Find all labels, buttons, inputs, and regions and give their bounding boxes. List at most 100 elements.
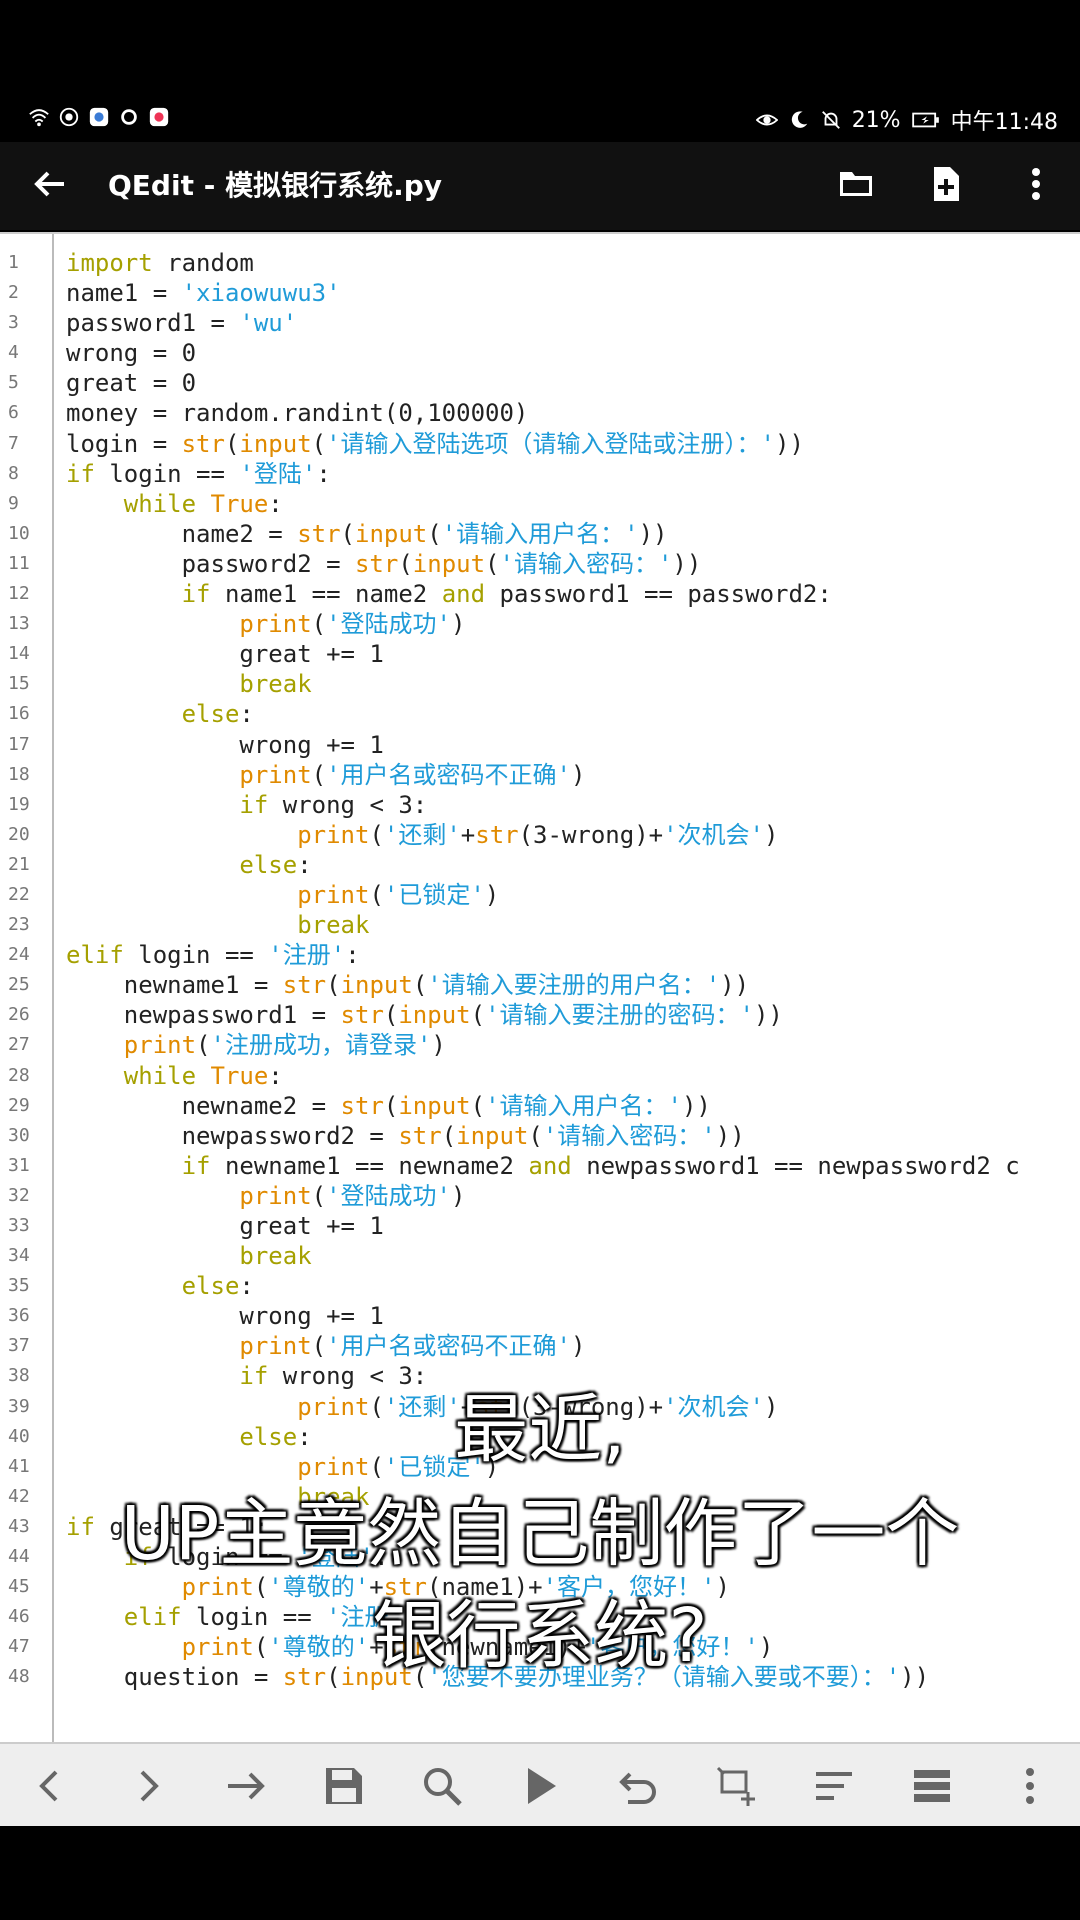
code-line[interactable]: 29 newname2 = str(input('请输入用户名：')) [0,1091,1080,1121]
code-token: )) [672,549,702,578]
code-token: ( [383,1001,399,1030]
wifi-icon [29,109,49,127]
search-icon[interactable] [420,1764,464,1808]
line-number: 23 [8,914,30,936]
code-line[interactable]: 21 else: [0,850,1080,880]
undo-icon[interactable] [616,1764,660,1808]
bell-muted-icon [821,111,840,129]
line-number: 7 [8,432,19,454]
code-line[interactable]: 35 else: [0,1271,1080,1301]
code-line[interactable]: 17 wrong += 1 [0,730,1080,760]
line-number: 20 [8,823,30,845]
code-line[interactable]: 3 password1 = 'wu' [0,308,1080,338]
code-line[interactable]: 16 else: [0,699,1080,729]
code-token: '用户名或密码不正确' [326,760,571,789]
code-token: print [239,760,312,789]
list-view-icon[interactable] [910,1764,954,1808]
more-options-icon[interactable] [1016,164,1056,204]
code-text: import random [66,248,254,278]
code-token: ( [485,549,500,578]
code-text: newname1 = str(input('请输入要注册的用户名：')) [66,970,749,1000]
code-line[interactable]: 12 if name1 == name2 and password1 == pa… [0,579,1080,609]
code-line[interactable]: 20 print('还剩'+str(3-wrong)+'次机会') [0,820,1080,850]
chevron-right-icon[interactable] [126,1764,170,1808]
code-token: newpassword1 = [66,1001,341,1030]
code-line[interactable]: 26 newpassword1 = str(input('请输入要注册的密码：'… [0,1000,1080,1030]
code-line[interactable]: 36 wrong += 1 [0,1301,1080,1331]
folder-icon[interactable] [836,164,876,204]
code-token: name1 = [66,279,182,308]
new-file-icon[interactable] [926,164,966,204]
code-token: 'xiaowuwu3' [181,279,341,308]
code-line[interactable]: 22 print('已锁定') [0,880,1080,910]
code-line[interactable]: 13 print('登陆成功') [0,609,1080,639]
code-token: : [239,700,254,729]
code-line[interactable]: 24 elif login == '注册': [0,940,1080,970]
code-text: else: [66,699,254,729]
code-token: ) [571,760,586,789]
code-token: ( [427,519,442,548]
code-line[interactable]: 25 newname1 = str(input('请输入要注册的用户名：')) [0,970,1080,1000]
code-line[interactable]: 19 if wrong < 3: [0,790,1080,820]
code-line[interactable]: 7 login = str(input('请输入登陆选项（请输入登陆或注册）：')… [0,429,1080,459]
save-icon[interactable] [322,1764,366,1808]
eye-icon [755,114,778,126]
code-line[interactable]: 28 while True: [0,1061,1080,1091]
code-line[interactable]: 10 name2 = str(input('请输入用户名：')) [0,519,1080,549]
code-line[interactable]: 37 print('用户名或密码不正确') [0,1331,1080,1361]
code-line[interactable]: 14 great += 1 [0,639,1080,669]
code-token: wrong < 3: [268,790,428,819]
code-line[interactable]: 2 name1 = 'xiaowuwu3' [0,278,1080,308]
code-line[interactable]: 8 if login == '登陆': [0,459,1080,489]
chevron-left-icon[interactable] [28,1764,72,1808]
code-text: elif login == '注册': [66,940,360,970]
code-line[interactable]: 15 break [0,669,1080,699]
code-line[interactable]: 30 newpassword2 = str(input('请输入密码：')) [0,1121,1080,1151]
code-line[interactable]: 1 import random [0,248,1080,278]
back-arrow-icon[interactable] [30,164,70,204]
code-token: '请输入登陆选项（请输入登陆或注册）：' [326,429,776,458]
code-token: ( [398,549,413,578]
code-text: if wrong < 3: [66,790,427,820]
code-token: else [181,1272,240,1301]
code-line[interactable]: 9 while True: [0,489,1080,519]
toolbar-more-icon[interactable] [1008,1764,1052,1808]
code-token: str [340,1091,384,1120]
code-token: : [316,459,331,488]
code-token: and [528,1151,572,1180]
code-line[interactable]: 27 print('注册成功，请登录') [0,1030,1080,1060]
code-line[interactable]: 23 break [0,910,1080,940]
line-number: 21 [8,853,30,875]
code-token: ) [484,880,500,909]
code-token: True [210,489,269,518]
code-token: wrong += 1 [66,1302,384,1331]
code-token: )) [753,1001,783,1030]
add-selection-icon[interactable] [714,1764,758,1808]
code-line[interactable]: 5 great = 0 [0,368,1080,398]
code-line[interactable]: 6 money = random.randint(0,100000) [0,398,1080,428]
code-token: str [398,1121,442,1150]
goto-arrow-icon[interactable] [224,1764,268,1808]
run-play-icon[interactable] [518,1764,562,1808]
line-number: 12 [8,583,30,605]
format-lines-icon[interactable] [812,1764,856,1808]
code-text: if name1 == name2 and password1 == passw… [66,579,832,609]
code-token: newname2 = [66,1091,341,1120]
code-line[interactable]: 34 break [0,1241,1080,1271]
code-line[interactable]: 33 great += 1 [0,1211,1080,1241]
code-line[interactable]: 18 print('用户名或密码不正确') [0,760,1080,790]
code-line[interactable]: 32 print('登陆成功') [0,1181,1080,1211]
code-token: print [297,880,370,909]
code-text: print('还剩'+str(3-wrong)+'次机会') [66,820,778,850]
line-number: 16 [8,703,30,725]
code-line[interactable]: 11 password2 = str(input('请输入密码：')) [0,549,1080,579]
line-number: 3 [8,312,19,334]
code-line[interactable]: 31 if newname1 == newname2 and newpasswo… [0,1151,1080,1181]
code-line[interactable]: 4 wrong = 0 [0,338,1080,368]
code-token: : [297,850,312,879]
code-token: str [282,971,327,1000]
